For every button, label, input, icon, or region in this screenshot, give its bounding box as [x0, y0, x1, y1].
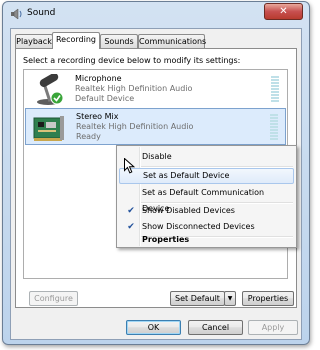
device-name: Microphone — [75, 74, 122, 83]
device-status: Default Device — [75, 94, 135, 103]
level-meter — [271, 76, 279, 104]
close-button[interactable]: ✕ — [264, 3, 303, 20]
apply-button[interactable]: Apply — [248, 320, 298, 335]
tab-communications[interactable]: Communications — [138, 34, 206, 48]
menu-item-properties[interactable]: Properties — [119, 232, 294, 248]
menu-item-disable[interactable]: Disable — [119, 149, 294, 165]
sound-card-icon — [33, 116, 64, 141]
tab-sounds[interactable]: Sounds — [100, 34, 138, 48]
set-default-button[interactable]: Set Default — [170, 291, 225, 306]
properties-button[interactable]: Properties — [242, 291, 294, 306]
configure-button[interactable]: Configure — [29, 291, 78, 306]
cancel-button[interactable]: Cancel — [188, 320, 243, 335]
ok-button[interactable]: OK — [126, 320, 181, 335]
microphone-icon — [37, 74, 64, 105]
tab-playback[interactable]: Playback — [15, 34, 53, 48]
device-name: Stereo Mix — [76, 112, 119, 121]
menu-item-show-disabled-devices[interactable]: ✔ Show Disabled Devices — [119, 203, 294, 219]
device-driver: Realtek High Definition Audio — [75, 84, 193, 93]
menu-item-set-default-device[interactable]: Set as Default Device — [119, 168, 294, 184]
speaker-icon — [11, 8, 22, 20]
device-item-stereo-mix[interactable]: Stereo Mix Realtek High Definition Audio… — [25, 108, 286, 145]
device-driver: Realtek High Definition Audio — [76, 122, 194, 131]
window-title: Sound — [27, 8, 56, 18]
device-status: Ready — [76, 132, 101, 141]
set-default-dropdown-button[interactable]: ▼ — [224, 291, 236, 306]
instruction-text: Select a recording device below to modif… — [23, 56, 241, 65]
title-bar[interactable]: Sound ✕ — [3, 2, 309, 26]
tab-recording[interactable]: Recording — [52, 32, 100, 49]
checkmark-icon: ✔ — [127, 206, 135, 216]
device-item-microphone[interactable]: Microphone Realtek High Definition Audio… — [25, 71, 286, 108]
close-icon: ✕ — [279, 6, 288, 17]
mouse-cursor-icon — [124, 158, 135, 174]
chevron-down-icon: ▼ — [227, 295, 233, 302]
menu-item-set-default-communication-device[interactable]: Set as Default Communication Device — [119, 185, 294, 213]
device-context-menu: Disable Set as Default Device Set as Def… — [116, 145, 297, 248]
level-meter — [270, 114, 278, 142]
